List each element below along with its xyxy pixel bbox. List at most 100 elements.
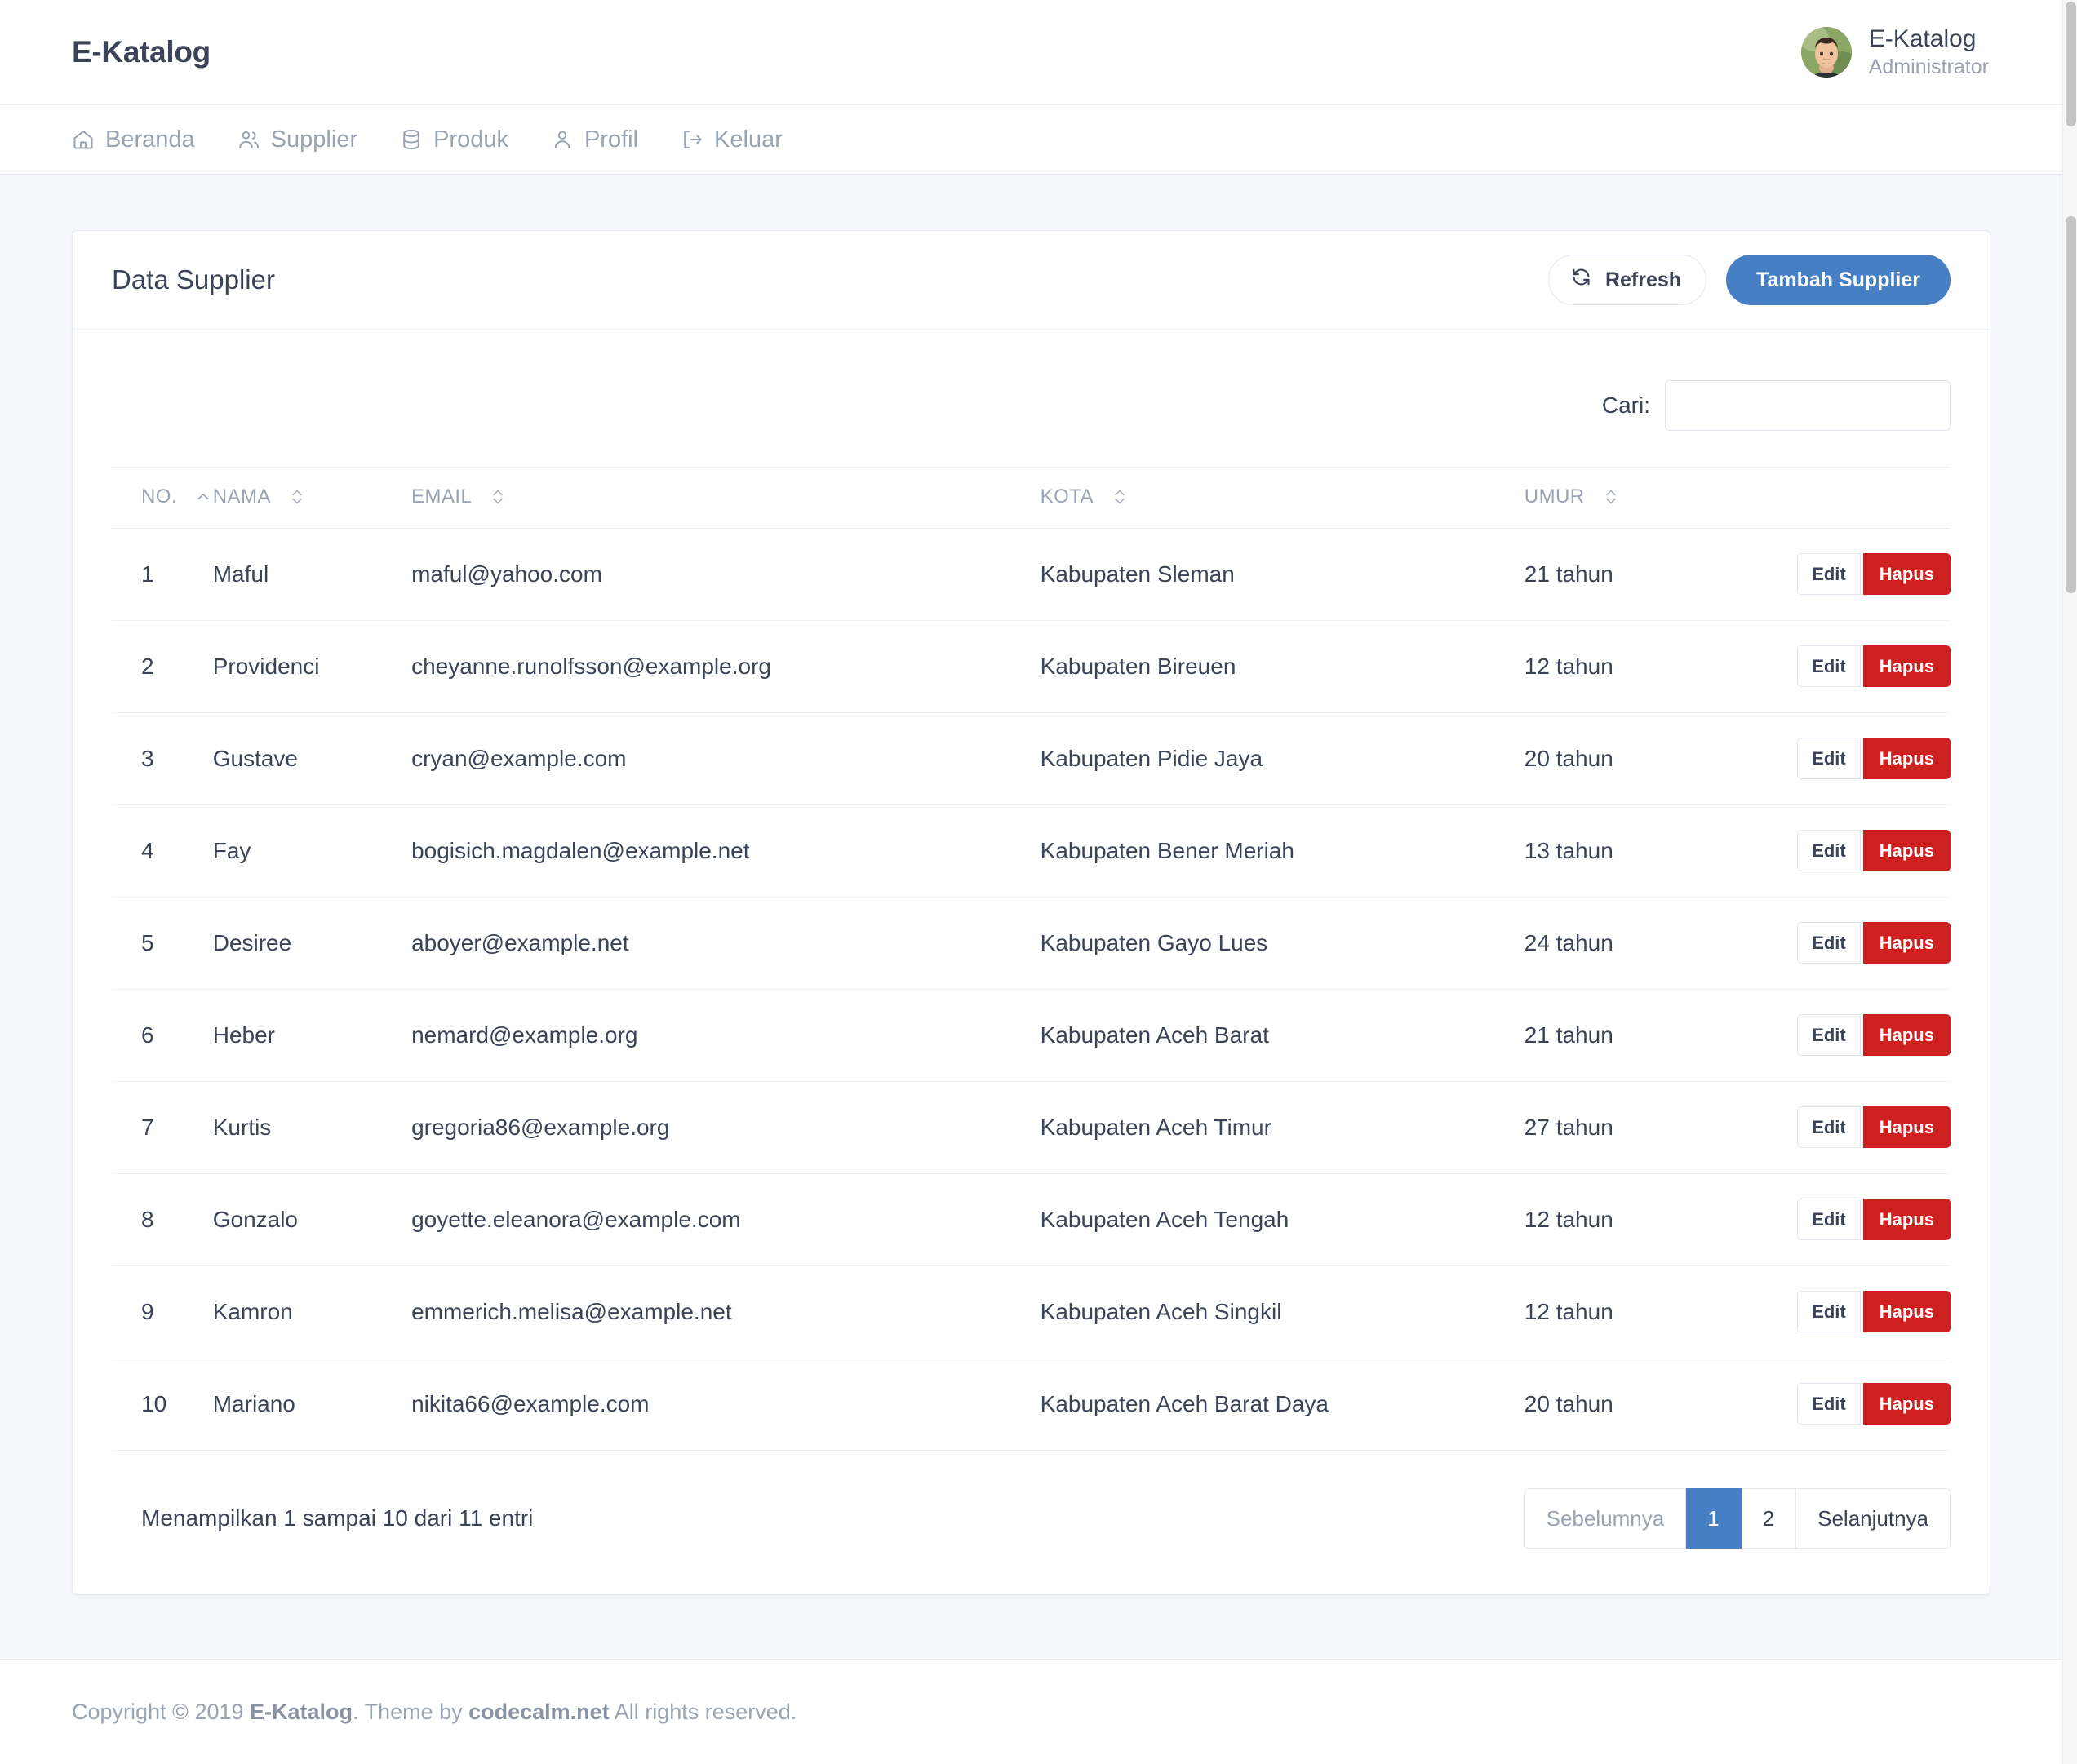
cell-email: bogisich.magdalen@example.net	[411, 805, 1041, 898]
pagination-next[interactable]: Selanjutnya	[1796, 1488, 1951, 1549]
edit-button[interactable]: Edit	[1797, 553, 1861, 595]
edit-button[interactable]: Edit	[1797, 1106, 1861, 1148]
sort-none-icon	[1603, 488, 1619, 506]
pagination-page-2[interactable]: 2	[1742, 1488, 1796, 1549]
column-header-no[interactable]: NO.	[112, 468, 213, 529]
cell-no: 5	[112, 898, 213, 990]
cell-umur: 13 tahun	[1524, 805, 1773, 898]
cell-kota: Kabupaten Sleman	[1041, 529, 1524, 621]
cell-kota: Kabupaten Aceh Barat Daya	[1041, 1358, 1524, 1451]
pagination-page-1[interactable]: 1	[1686, 1488, 1741, 1549]
column-header-kota[interactable]: KOTA	[1041, 468, 1524, 529]
column-header-nama[interactable]: NAMA	[213, 468, 411, 529]
row-action-group: EditHapus	[1773, 1014, 1951, 1056]
column-header-actions	[1773, 468, 1951, 529]
card-body: Cari: NO.	[73, 330, 1990, 1594]
search-row: Cari:	[112, 330, 1951, 467]
add-supplier-button[interactable]: Tambah Supplier	[1726, 255, 1951, 305]
cell-email: gregoria86@example.org	[411, 1082, 1041, 1174]
table-row: 10Marianonikita66@example.comKabupaten A…	[112, 1358, 1951, 1451]
row-action-group: EditHapus	[1773, 830, 1951, 871]
delete-button[interactable]: Hapus	[1863, 830, 1951, 871]
cell-email: maful@yahoo.com	[411, 529, 1041, 621]
footer-copyright-suffix: All rights reserved.	[610, 1700, 797, 1724]
database-icon	[400, 128, 423, 151]
sort-none-icon	[490, 488, 506, 506]
table-body: 1Mafulmaful@yahoo.comKabupaten Sleman21 …	[112, 529, 1951, 1451]
delete-button[interactable]: Hapus	[1863, 645, 1951, 687]
delete-button[interactable]: Hapus	[1863, 1106, 1951, 1148]
nav-item-keluar[interactable]: Keluar	[681, 126, 804, 153]
nav-label-supplier: Supplier	[271, 126, 357, 153]
user-name: E-Katalog	[1869, 24, 1989, 55]
cell-actions: EditHapus	[1773, 1266, 1951, 1358]
edit-button[interactable]: Edit	[1797, 830, 1861, 871]
cell-actions: EditHapus	[1773, 1174, 1951, 1266]
nav-item-produk[interactable]: Produk	[400, 126, 530, 153]
sort-asc-icon	[195, 489, 211, 505]
edit-button[interactable]: Edit	[1797, 738, 1861, 779]
table-row: 9Kamronemmerich.melisa@example.netKabupa…	[112, 1266, 1951, 1358]
row-action-group: EditHapus	[1773, 1291, 1951, 1332]
delete-button[interactable]: Hapus	[1863, 1199, 1951, 1240]
table-row: 3Gustavecryan@example.comKabupaten Pidie…	[112, 713, 1951, 805]
app-brand: E-Katalog	[72, 35, 211, 69]
footer-copyright: Copyright © 2019 E-Katalog. Theme by cod…	[72, 1700, 797, 1725]
page-content: Data Supplier Refresh	[0, 175, 2062, 1603]
card-actions: Refresh Tambah Supplier	[1548, 255, 1951, 305]
nav-item-profil[interactable]: Profil	[551, 126, 659, 153]
edit-button[interactable]: Edit	[1797, 1383, 1861, 1425]
cell-email: nikita66@example.com	[411, 1358, 1041, 1451]
cell-kota: Kabupaten Bener Meriah	[1041, 805, 1524, 898]
delete-button[interactable]: Hapus	[1863, 1014, 1951, 1056]
logout-icon	[681, 128, 703, 151]
page-title: Data Supplier	[112, 264, 275, 295]
avatar	[1801, 27, 1852, 78]
cell-nama: Desiree	[213, 898, 411, 990]
delete-button[interactable]: Hapus	[1863, 738, 1951, 779]
search-input[interactable]	[1665, 380, 1951, 431]
nav-item-supplier[interactable]: Supplier	[237, 126, 379, 153]
sort-none-icon	[289, 488, 305, 506]
nav-label-produk: Produk	[433, 126, 508, 153]
search-label: Cari:	[1602, 392, 1650, 419]
table-row: 2Providencicheyanne.runolfsson@example.o…	[112, 621, 1951, 713]
browser-viewport: E-Katalog	[0, 0, 2077, 1764]
cell-actions: EditHapus	[1773, 898, 1951, 990]
edit-button[interactable]: Edit	[1797, 1291, 1861, 1332]
delete-button[interactable]: Hapus	[1863, 553, 1951, 595]
column-header-email[interactable]: EMAIL	[411, 468, 1041, 529]
edit-button[interactable]: Edit	[1797, 922, 1861, 964]
row-action-group: EditHapus	[1773, 553, 1951, 595]
pagination-previous[interactable]: Sebelumnya	[1524, 1488, 1687, 1549]
page-scrollbar[interactable]	[2062, 0, 2077, 1764]
cell-umur: 27 tahun	[1524, 1082, 1773, 1174]
refresh-icon	[1570, 266, 1592, 294]
refresh-button[interactable]: Refresh	[1548, 255, 1706, 305]
nav-label-keluar: Keluar	[714, 126, 783, 153]
delete-button[interactable]: Hapus	[1863, 1383, 1951, 1425]
card-header: Data Supplier Refresh	[73, 231, 1990, 330]
table-footer: Menampilkan 1 sampai 10 dari 11 entri Se…	[112, 1451, 1951, 1594]
nav-item-beranda[interactable]: Beranda	[72, 126, 216, 153]
edit-button[interactable]: Edit	[1797, 1199, 1861, 1240]
scrollbar-thumb-upper[interactable]	[2066, 2, 2076, 126]
edit-button[interactable]: Edit	[1797, 1014, 1861, 1056]
edit-button[interactable]: Edit	[1797, 645, 1861, 687]
users-icon	[237, 128, 260, 151]
cell-nama: Mariano	[213, 1358, 411, 1451]
cell-umur: 20 tahun	[1524, 713, 1773, 805]
pagination: Sebelumnya 1 2 Selanjutnya	[1524, 1488, 1951, 1549]
delete-button[interactable]: Hapus	[1863, 922, 1951, 964]
scrollbar-thumb[interactable]	[2066, 216, 2076, 593]
cell-actions: EditHapus	[1773, 529, 1951, 621]
row-action-group: EditHapus	[1773, 738, 1951, 779]
cell-umur: 12 tahun	[1524, 1174, 1773, 1266]
column-label-no: NO.	[141, 485, 177, 508]
footer-theme-link[interactable]: codecalm.net	[468, 1700, 610, 1724]
user-menu[interactable]: E-Katalog Administrator	[1801, 24, 1989, 79]
column-header-umur[interactable]: UMUR	[1524, 468, 1773, 529]
add-supplier-label: Tambah Supplier	[1756, 268, 1920, 292]
cell-email: emmerich.melisa@example.net	[411, 1266, 1041, 1358]
delete-button[interactable]: Hapus	[1863, 1291, 1951, 1332]
